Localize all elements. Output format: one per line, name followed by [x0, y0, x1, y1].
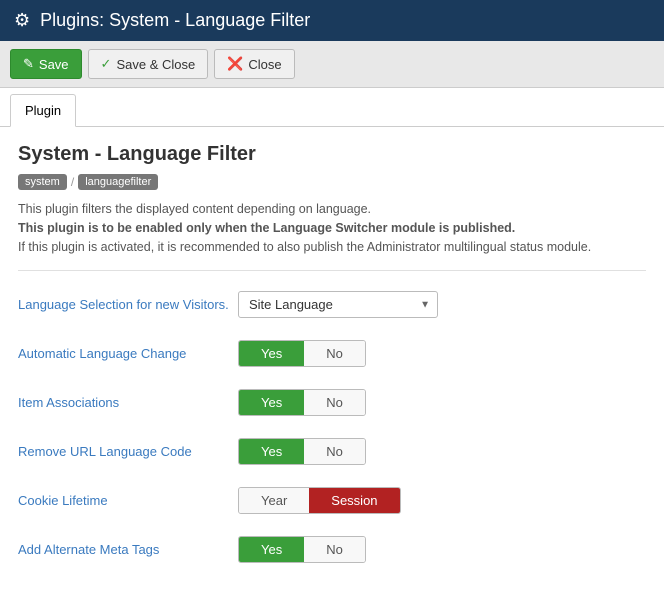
content-area: System - Language Filter system / langua…	[0, 127, 664, 597]
save-button[interactable]: ✎ Save	[10, 49, 82, 79]
language-select-wrapper: Site Language Browser Language ▼	[238, 291, 438, 318]
cookie-lifetime-row: Cookie Lifetime Year Session	[18, 483, 646, 518]
remove-url-no-button[interactable]: No	[304, 439, 365, 464]
divider	[18, 270, 646, 271]
add-alt-meta-row: Add Alternate Meta Tags Yes No	[18, 532, 646, 567]
auto-lang-no-button[interactable]: No	[304, 341, 365, 366]
description: This plugin filters the displayed conten…	[18, 200, 646, 256]
desc-line3: If this plugin is activated, it is recom…	[18, 240, 591, 254]
remove-url-lang-toggle: Yes No	[238, 438, 366, 465]
item-assoc-yes-button[interactable]: Yes	[239, 390, 304, 415]
desc-line1: This plugin filters the displayed conten…	[18, 202, 371, 216]
language-selection-select[interactable]: Site Language Browser Language	[238, 291, 438, 318]
check-icon: ✓	[101, 56, 112, 72]
cookie-session-button[interactable]: Session	[309, 488, 399, 513]
auto-lang-change-row: Automatic Language Change Yes No	[18, 336, 646, 371]
save-close-button[interactable]: ✓ Save & Close	[88, 49, 209, 79]
cookie-lifetime-toggle: Year Session	[238, 487, 401, 514]
auto-lang-change-label: Automatic Language Change	[18, 346, 238, 361]
page-title: Plugins: System - Language Filter	[40, 10, 310, 31]
toolbar: ✎ Save ✓ Save & Close ❌ Close	[0, 41, 664, 88]
plugin-icon: ⚙	[14, 10, 30, 31]
alt-meta-no-button[interactable]: No	[304, 537, 365, 562]
page-header: ⚙ Plugins: System - Language Filter	[0, 0, 664, 41]
language-selection-label: Language Selection for new Visitors.	[18, 297, 238, 312]
auto-lang-yes-button[interactable]: Yes	[239, 341, 304, 366]
item-associations-toggle: Yes No	[238, 389, 366, 416]
language-selection-row: Language Selection for new Visitors. Sit…	[18, 287, 646, 322]
cookie-lifetime-label: Cookie Lifetime	[18, 493, 238, 508]
item-assoc-no-button[interactable]: No	[304, 390, 365, 415]
plugin-title: System - Language Filter	[18, 143, 646, 166]
auto-lang-change-toggle: Yes No	[238, 340, 366, 367]
tag-separator: /	[71, 175, 74, 189]
remove-url-lang-label: Remove URL Language Code	[18, 444, 238, 459]
desc-line2: This plugin is to be enabled only when t…	[18, 221, 515, 235]
save-icon: ✎	[23, 56, 34, 72]
add-alt-meta-label: Add Alternate Meta Tags	[18, 542, 238, 557]
tab-plugin[interactable]: Plugin	[10, 94, 76, 127]
x-icon: ❌	[227, 56, 243, 72]
remove-url-yes-button[interactable]: Yes	[239, 439, 304, 464]
tab-bar: Plugin	[0, 88, 664, 127]
tags-container: system / languagefilter	[18, 174, 646, 190]
close-button[interactable]: ❌ Close	[214, 49, 294, 79]
tag-system: system	[18, 174, 67, 190]
item-associations-label: Item Associations	[18, 395, 238, 410]
item-associations-row: Item Associations Yes No	[18, 385, 646, 420]
tag-languagefilter: languagefilter	[78, 174, 158, 190]
remove-url-lang-row: Remove URL Language Code Yes No	[18, 434, 646, 469]
cookie-year-button[interactable]: Year	[239, 488, 309, 513]
add-alt-meta-toggle: Yes No	[238, 536, 366, 563]
alt-meta-yes-button[interactable]: Yes	[239, 537, 304, 562]
